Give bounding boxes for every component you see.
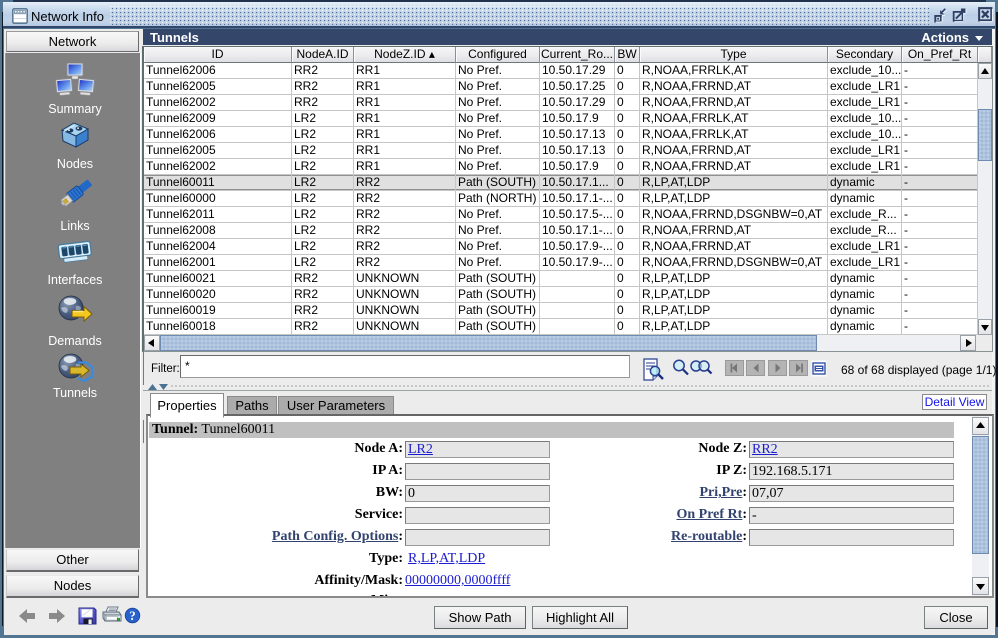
svg-text:?: ? [129, 609, 135, 623]
